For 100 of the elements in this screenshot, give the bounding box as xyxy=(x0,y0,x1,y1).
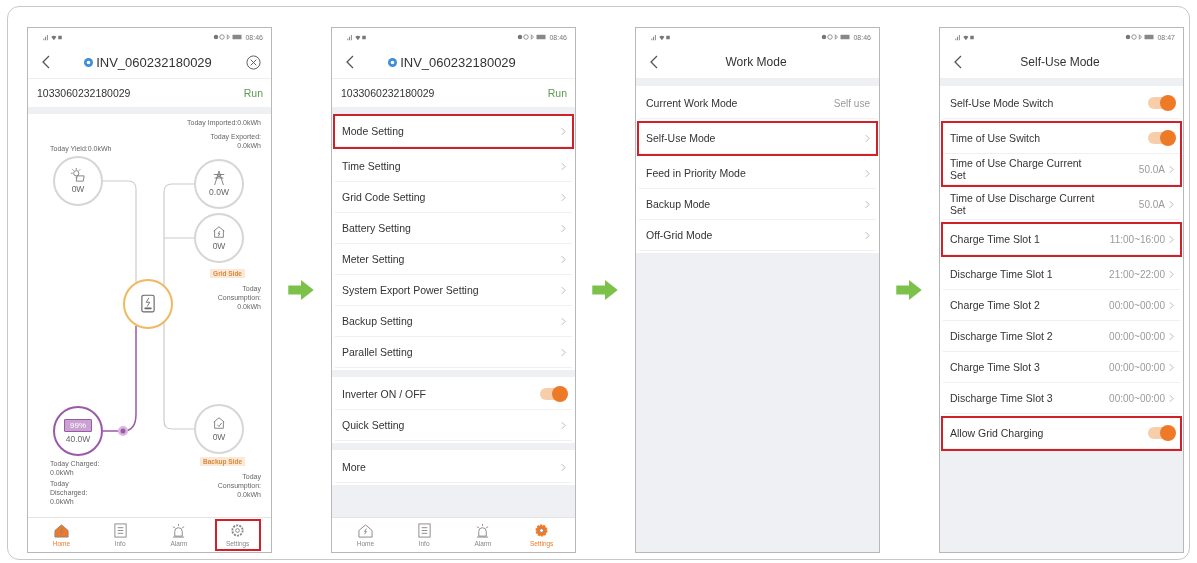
row-label: Backup Mode xyxy=(646,198,712,210)
row-value: Self use xyxy=(833,97,870,109)
row-label: Quick Setting xyxy=(342,419,406,431)
settings-row[interactable]: Discharge Time Slot 2 00:00~00:00 xyxy=(943,321,1180,352)
inverter-icon xyxy=(141,294,155,314)
chevron-right-icon xyxy=(865,230,870,240)
settings-row[interactable]: Grid Code Setting xyxy=(335,182,572,213)
settings-icon xyxy=(534,523,550,538)
toggle-switch[interactable] xyxy=(540,388,566,400)
status-icons-drawing xyxy=(1125,34,1156,40)
row-label: Feed in Priority Mode xyxy=(646,167,747,179)
row-label: Battery Setting xyxy=(342,222,412,234)
row-label: Time of Use Switch xyxy=(950,132,1042,144)
toggle-switch[interactable] xyxy=(1148,97,1174,109)
settings-row[interactable]: Allow Grid Charging xyxy=(943,418,1180,449)
settings-row[interactable]: Inverter ON / OFF xyxy=(335,379,572,410)
row-value: 00:00~00:00 xyxy=(1109,392,1165,404)
row-label: Discharge Time Slot 3 xyxy=(950,392,1054,404)
status-icons-drawing xyxy=(517,34,548,40)
run-status: Run xyxy=(547,87,567,99)
settings-row[interactable]: Self-Use Mode xyxy=(639,123,876,154)
chevron-right-icon xyxy=(1169,362,1174,372)
signal-icon xyxy=(954,33,976,41)
row-label: Inverter ON / OFF xyxy=(342,388,427,400)
backup-load-node[interactable]: 0W xyxy=(194,404,244,454)
house-icon xyxy=(212,225,226,239)
settings-row[interactable]: Discharge Time Slot 1 21:00~22:00 xyxy=(943,259,1180,290)
device-status-icon xyxy=(388,57,398,67)
toggle-switch[interactable] xyxy=(1148,427,1174,439)
grid-power: 0.0W xyxy=(209,187,229,197)
back-icon[interactable] xyxy=(42,55,50,69)
settings-row[interactable]: Self-Use Mode Switch xyxy=(943,88,1180,119)
settings-row[interactable]: Backup Mode xyxy=(639,189,876,220)
settings-row[interactable]: Meter Setting xyxy=(335,244,572,275)
house-icon xyxy=(212,416,226,430)
settings-row[interactable]: Charge Time Slot 3 00:00~00:00 xyxy=(943,352,1180,383)
settings-row[interactable]: Discharge Time Slot 3 00:00~00:00 xyxy=(943,383,1180,414)
settings-icon xyxy=(230,523,246,538)
back-icon[interactable] xyxy=(954,55,962,69)
chevron-right-icon xyxy=(865,168,870,178)
row-label: Allow Grid Charging xyxy=(950,427,1045,439)
inverter-node[interactable] xyxy=(123,279,173,329)
arrow-right-icon xyxy=(592,280,618,300)
settings-row[interactable]: Charge Time Slot 2 00:00~00:00 xyxy=(943,290,1180,321)
close-icon[interactable] xyxy=(246,54,261,70)
settings-row[interactable]: Backup Setting xyxy=(335,306,572,337)
screen-title: INV_060232180029 xyxy=(96,54,212,70)
settings-row[interactable]: Charge Time Slot 1 11:00~16:00 xyxy=(943,224,1180,255)
grid-node[interactable]: 0.0W xyxy=(194,159,244,209)
chevron-right-icon xyxy=(561,285,566,295)
settings-row[interactable]: Quick Setting xyxy=(335,410,572,441)
row-label: Time Setting xyxy=(342,160,402,172)
sun-panel-icon xyxy=(71,168,85,182)
alarm-light-icon xyxy=(171,523,187,538)
chevron-right-icon xyxy=(561,420,566,430)
settings-row[interactable]: Time of Use Discharge Current Set 50.0A xyxy=(943,189,1180,220)
settings-row[interactable]: Parallel Setting xyxy=(335,337,572,368)
row-label: Self-Use Mode Switch xyxy=(950,97,1055,109)
settings-row[interactable]: System Export Power Setting xyxy=(335,275,572,306)
row-value: 00:00~00:00 xyxy=(1109,330,1165,342)
chevron-right-icon xyxy=(561,192,566,202)
status-icons-drawing xyxy=(213,34,244,40)
row-label: Off-Grid Mode xyxy=(646,229,714,241)
settings-row[interactable]: Time of Use Charge Current Set 50.0A xyxy=(943,154,1180,185)
solar-node[interactable]: 0W xyxy=(53,156,103,206)
back-icon[interactable] xyxy=(650,55,658,69)
settings-row[interactable]: Battery Setting xyxy=(335,213,572,244)
toggle-switch[interactable] xyxy=(1148,132,1174,144)
serial-number: 1033060232180029 xyxy=(341,87,435,99)
settings-row[interactable]: More xyxy=(335,452,572,483)
grid-load-node[interactable]: 0W xyxy=(194,213,244,263)
row-label: Meter Setting xyxy=(342,253,406,265)
chevron-right-icon xyxy=(1169,393,1174,403)
row-value: 00:00~00:00 xyxy=(1109,361,1165,373)
grid-load-power: 0W xyxy=(212,241,226,251)
screen-title: Work Mode xyxy=(725,55,787,69)
row-label: System Export Power Setting xyxy=(342,284,480,296)
row-label: Charge Time Slot 2 xyxy=(950,299,1041,311)
run-status: Run xyxy=(243,87,263,99)
settings-row[interactable]: Off-Grid Mode xyxy=(639,220,876,251)
chevron-right-icon xyxy=(561,223,566,233)
chevron-right-icon xyxy=(561,347,566,357)
settings-row[interactable]: Mode Setting xyxy=(335,116,572,147)
chevron-right-icon xyxy=(865,199,870,209)
row-value: 11:00~16:00 xyxy=(1109,233,1165,245)
settings-row[interactable]: Feed in Priority Mode xyxy=(639,158,876,189)
row-label: Charge Time Slot 1 xyxy=(950,233,1041,245)
chevron-right-icon xyxy=(561,126,566,136)
document-icon xyxy=(416,523,432,538)
settings-row[interactable]: Time Setting xyxy=(335,151,572,182)
chevron-right-icon xyxy=(1169,300,1174,310)
alarm-light-icon xyxy=(475,523,491,538)
settings-row[interactable]: Time of Use Switch xyxy=(943,123,1180,154)
chevron-right-icon xyxy=(1169,331,1174,341)
row-label: Current Work Mode xyxy=(646,97,739,109)
chevron-right-icon xyxy=(561,161,566,171)
battery-percent: 99% xyxy=(70,419,86,431)
back-icon[interactable] xyxy=(346,55,354,69)
row-label: Grid Code Setting xyxy=(342,191,427,203)
battery-node[interactable]: 99% 40.0W xyxy=(53,406,103,456)
